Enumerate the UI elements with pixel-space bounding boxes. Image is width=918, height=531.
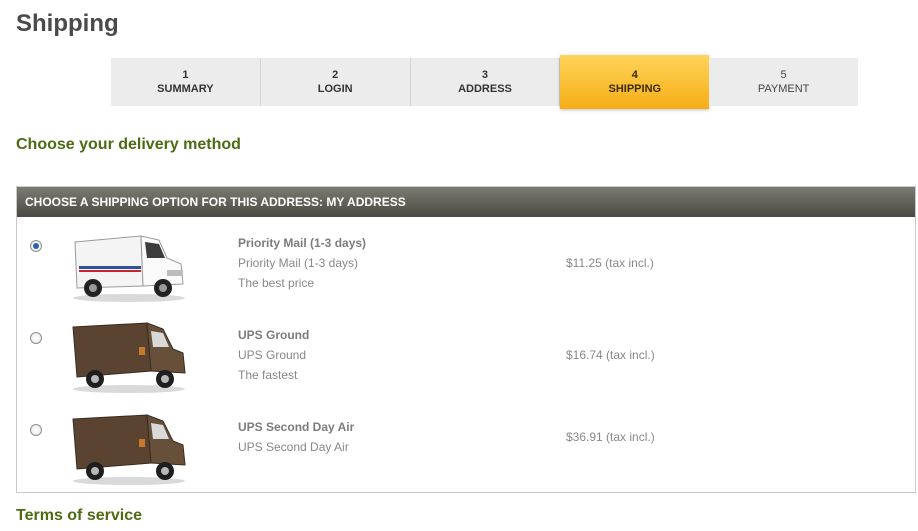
carrier-note: The fastest	[238, 368, 298, 382]
step-label: LOGIN	[317, 83, 353, 95]
carrier-name: UPS Second Day Air	[238, 420, 355, 434]
shipping-option-ups-ground[interactable]: UPS Ground UPS Ground The fastest $16.74…	[17, 317, 915, 409]
checkout-steps: 1 SUMMARY 2 LOGIN 3 ADDRESS 4 SHIPPING 5…	[111, 55, 858, 109]
carrier-info: UPS Ground UPS Ground The fastest	[238, 325, 309, 385]
usps-truck-icon	[73, 235, 185, 302]
terms-heading: Terms of service	[16, 507, 142, 524]
step-login[interactable]: 2 LOGIN	[260, 58, 411, 106]
carrier-delay: UPS Second Day Air	[238, 440, 349, 454]
carrier-info: UPS Second Day Air UPS Second Day Air	[238, 417, 354, 457]
page-title: Shipping	[16, 10, 119, 37]
step-summary[interactable]: 1 SUMMARY	[111, 58, 261, 106]
step-number: 3	[481, 69, 489, 81]
shipping-options-header: CHOOSE A SHIPPING OPTION FOR THIS ADDRES…	[17, 187, 915, 217]
ups-truck-icon	[72, 414, 186, 485]
step-shipping: 4 SHIPPING	[560, 55, 710, 109]
step-number: 5	[780, 69, 787, 81]
shipping-option-radio[interactable]	[30, 424, 42, 436]
step-address[interactable]: 3 ADDRESS	[410, 58, 561, 106]
ups-truck-icon	[72, 322, 186, 393]
carrier-delay: UPS Ground	[238, 348, 307, 362]
shipping-option-radio[interactable]	[30, 332, 42, 344]
step-label: ADDRESS	[458, 83, 512, 95]
carrier-price: $16.74 (tax incl.)	[566, 348, 655, 362]
step-number: 2	[332, 69, 339, 81]
carrier-info: Priority Mail (1-3 days) Priority Mail (…	[238, 233, 366, 293]
step-number: 4	[631, 69, 638, 81]
carrier-price: $11.25 (tax incl.)	[566, 256, 654, 270]
carrier-note: The best price	[238, 276, 315, 290]
step-label: SHIPPING	[608, 83, 662, 95]
step-number: 1	[182, 69, 189, 81]
step-label: SUMMARY	[157, 83, 214, 95]
carrier-name: UPS Ground	[238, 328, 310, 342]
shipping-options-table: CHOOSE A SHIPPING OPTION FOR THIS ADDRES…	[16, 186, 916, 493]
step-payment: 5 PAYMENT	[709, 58, 858, 106]
shipping-option-ups-second-day-air[interactable]: UPS Second Day Air UPS Second Day Air $3…	[17, 409, 915, 501]
delivery-heading: Choose your delivery method	[16, 136, 241, 153]
carrier-delay: Priority Mail (1-3 days)	[238, 256, 359, 270]
carrier-name: Priority Mail (1-3 days)	[238, 236, 367, 250]
shipping-option-priority-mail[interactable]: Priority Mail (1-3 days) Priority Mail (…	[17, 225, 915, 317]
carrier-price: $36.91 (tax incl.)	[566, 430, 655, 444]
step-label: PAYMENT	[757, 83, 810, 95]
shipping-option-radio[interactable]	[30, 240, 42, 252]
